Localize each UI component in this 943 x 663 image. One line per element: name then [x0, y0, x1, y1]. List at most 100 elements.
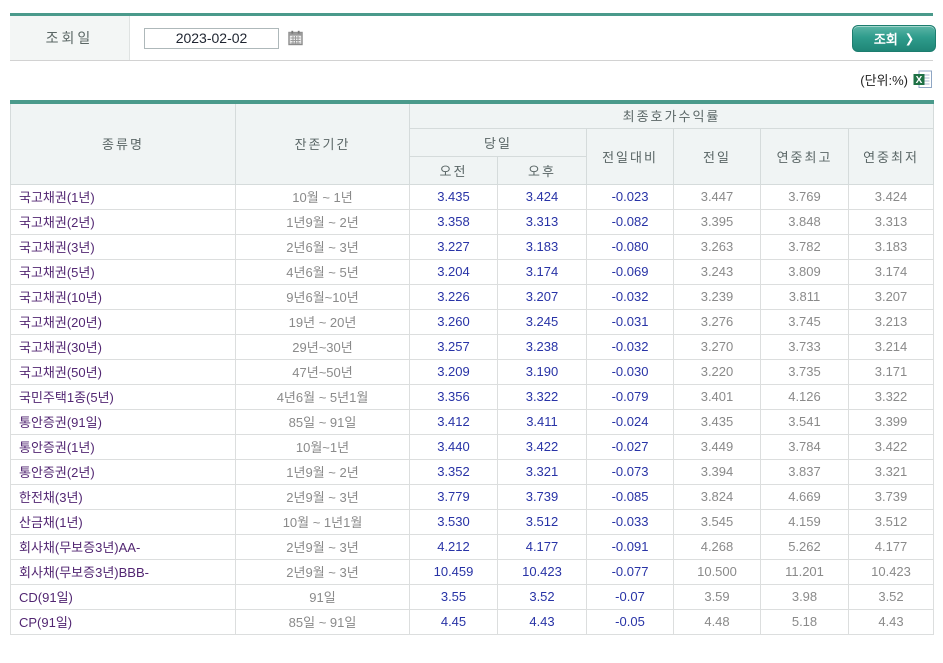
- change-cell: -0.032: [586, 283, 674, 310]
- excel-icon[interactable]: X: [913, 70, 933, 89]
- high-cell: 3.745: [760, 308, 849, 335]
- high-cell: 3.733: [760, 333, 849, 360]
- prev-cell: 3.276: [673, 308, 761, 335]
- am-yield-cell: 3.356: [409, 383, 498, 410]
- am-yield-cell: 3.435: [409, 183, 498, 210]
- low-cell: 3.512: [847, 508, 935, 535]
- header-period: 잔존기간: [235, 101, 410, 185]
- pm-yield-cell: 10.423: [497, 558, 587, 585]
- period-cell: 10월 ~ 1년1월: [235, 508, 410, 535]
- change-cell: -0.080: [586, 233, 674, 260]
- pm-yield-cell: 4.43: [497, 608, 587, 635]
- type-cell: 국고채권(10년): [10, 283, 236, 310]
- change-cell: -0.069: [586, 258, 674, 285]
- low-cell: 3.313: [847, 208, 935, 235]
- high-cell: 3.848: [760, 208, 849, 235]
- period-cell: 19년 ~ 20년: [235, 308, 410, 335]
- type-cell: 회사채(무보증3년)AA-: [10, 533, 236, 560]
- am-yield-cell: 3.209: [409, 358, 498, 385]
- pm-yield-cell: 3.739: [497, 483, 587, 510]
- type-cell: 회사채(무보증3년)BBB-: [10, 558, 236, 585]
- prev-cell: 3.394: [673, 458, 761, 485]
- table-row: 한전채(3년) 2년9월 ~ 3년 3.779 3.739 -0.085 3.824 4.6…: [10, 483, 935, 510]
- table-row: 통안증권(91일) 85일 ~ 91일 3.412 3.411 -0.024 3.435 3…: [10, 408, 935, 435]
- prev-cell: 3.220: [673, 358, 761, 385]
- header-pm: 오후: [497, 155, 587, 185]
- prev-cell: 3.243: [673, 258, 761, 285]
- low-cell: 4.177: [847, 533, 935, 560]
- am-yield-cell: 3.226: [409, 283, 498, 310]
- am-yield-cell: 3.530: [409, 508, 498, 535]
- low-cell: 3.183: [847, 233, 935, 260]
- period-cell: 2년9월 ~ 3년: [235, 558, 410, 585]
- header-today-group: 당일: [409, 127, 587, 157]
- high-cell: 5.18: [760, 608, 849, 635]
- period-cell: 1년9월 ~ 2년: [235, 208, 410, 235]
- type-cell: 국민주택1종(5년): [10, 383, 236, 410]
- header-high: 연중최고: [760, 127, 849, 185]
- search-bar: 조회일 조회 ❯: [10, 13, 936, 61]
- type-cell: CD(91일): [10, 583, 236, 610]
- header-type: 종류명: [10, 101, 236, 185]
- high-cell: 3.811: [760, 283, 849, 310]
- low-cell: 3.321: [847, 458, 935, 485]
- table-row: 국고채권(5년) 4년6월 ~ 5년 3.204 3.174 -0.069 3.243 3.…: [10, 258, 935, 285]
- high-cell: 3.98: [760, 583, 849, 610]
- header-yield-group: 최종호가수익률: [408, 101, 935, 129]
- table-row: CD(91일) 91일 3.55 3.52 -0.07 3.59 3.98 3.52: [10, 583, 935, 610]
- change-cell: -0.082: [586, 208, 674, 235]
- type-cell: 국고채권(2년): [10, 208, 236, 235]
- prev-cell: 10.500: [673, 558, 761, 585]
- pm-yield-cell: 3.422: [497, 433, 587, 460]
- period-cell: 91일: [235, 583, 410, 610]
- low-cell: 10.423: [847, 558, 935, 585]
- period-cell: 1년9월 ~ 2년: [235, 458, 410, 485]
- change-cell: -0.032: [586, 333, 674, 360]
- pm-yield-cell: 3.207: [497, 283, 587, 310]
- prev-cell: 3.449: [673, 433, 761, 460]
- am-yield-cell: 3.412: [409, 408, 498, 435]
- calendar-icon[interactable]: [288, 30, 304, 46]
- period-cell: 10월 ~ 1년: [235, 183, 410, 210]
- am-yield-cell: 4.45: [409, 608, 498, 635]
- header-am: 오전: [409, 155, 498, 185]
- low-cell: 3.207: [847, 283, 935, 310]
- date-label: 조회일: [10, 16, 130, 60]
- type-cell: 국고채권(20년): [10, 308, 236, 335]
- pm-yield-cell: 3.313: [497, 208, 587, 235]
- am-yield-cell: 10.459: [409, 558, 498, 585]
- table-body: 국고채권(1년) 10월 ~ 1년 3.435 3.424 -0.023 3.447 3.7…: [10, 183, 935, 635]
- table-row: 국고채권(20년) 19년 ~ 20년 3.260 3.245 -0.031 3.276 3…: [10, 308, 935, 335]
- period-cell: 10월~1년: [235, 433, 410, 460]
- am-yield-cell: 4.212: [409, 533, 498, 560]
- low-cell: 3.213: [847, 308, 935, 335]
- pm-yield-cell: 3.190: [497, 358, 587, 385]
- high-cell: 3.735: [760, 358, 849, 385]
- period-cell: 2년9월 ~ 3년: [235, 533, 410, 560]
- am-yield-cell: 3.204: [409, 258, 498, 285]
- search-button[interactable]: 조회 ❯: [852, 25, 936, 52]
- prev-cell: 3.824: [673, 483, 761, 510]
- high-cell: 3.837: [760, 458, 849, 485]
- period-cell: 29년~30년: [235, 333, 410, 360]
- table-row: 국고채권(1년) 10월 ~ 1년 3.435 3.424 -0.023 3.447 3.7…: [10, 183, 935, 210]
- low-cell: 3.214: [847, 333, 935, 360]
- am-yield-cell: 3.440: [409, 433, 498, 460]
- change-cell: -0.077: [586, 558, 674, 585]
- high-cell: 11.201: [760, 558, 849, 585]
- am-yield-cell: 3.779: [409, 483, 498, 510]
- am-yield-cell: 3.352: [409, 458, 498, 485]
- type-cell: 국고채권(30년): [10, 333, 236, 360]
- search-button-label: 조회: [873, 32, 898, 47]
- table-row: 국고채권(2년) 1년9월 ~ 2년 3.358 3.313 -0.082 3.395 3.…: [10, 208, 935, 235]
- low-cell: 3.422: [847, 433, 935, 460]
- prev-cell: 3.401: [673, 383, 761, 410]
- low-cell: 3.171: [847, 358, 935, 385]
- unit-row: (단위:%) X: [10, 61, 933, 100]
- type-cell: 국고채권(1년): [10, 183, 236, 210]
- table-row: 국고채권(3년) 2년6월 ~ 3년 3.227 3.183 -0.080 3.263 3.…: [10, 233, 935, 260]
- change-cell: -0.091: [586, 533, 674, 560]
- date-input[interactable]: [144, 27, 279, 49]
- type-cell: 국고채권(50년): [10, 358, 236, 385]
- table-row: 국고채권(30년) 29년~30년 3.257 3.238 -0.032 3.270 3.7…: [10, 333, 935, 360]
